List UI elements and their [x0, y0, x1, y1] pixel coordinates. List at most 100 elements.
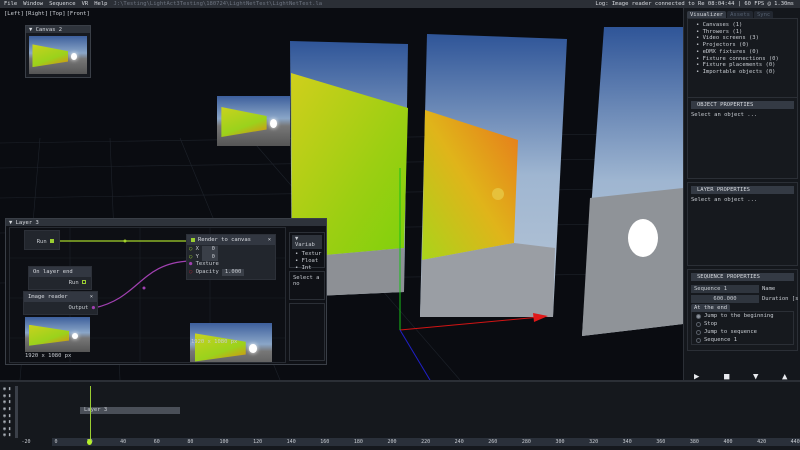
radio-stop[interactable]: Stop [692, 320, 793, 328]
canvas-window[interactable]: ▼ Canvas 2 [25, 25, 91, 78]
visibility-icon[interactable]: ◉ [3, 426, 6, 432]
menu-bar: File Window Sequence VR Help J:\Testing\… [0, 0, 800, 8]
lock-icon[interactable]: ▮ [8, 399, 11, 405]
window-title: Canvas 2 [35, 26, 63, 33]
tick-label: 320 [589, 439, 599, 445]
tick-label: 60 [153, 439, 160, 445]
radio-jump-to-sequence[interactable]: Jump to sequence [692, 328, 793, 336]
visibility-icon[interactable]: ◉ [3, 406, 6, 412]
tree-item-canvases[interactable]: • Canvases (1) [688, 22, 797, 29]
tree-item-fixture-connections[interactable]: • Fixture connections (0) [688, 56, 797, 63]
tick-label: 400 [723, 439, 733, 445]
tree-item-throwers[interactable]: • Throwers (1) [688, 29, 797, 36]
lock-icon[interactable]: ▮ [8, 386, 11, 392]
project-path: J:\Testing\LightAct3Testing\180724\Light… [113, 1, 323, 7]
y-field[interactable]: 0 [201, 253, 218, 261]
lock-icon[interactable]: ▮ [8, 406, 11, 412]
object-properties: OBJECT PROPERTIES Select an object ... [687, 97, 798, 179]
tick-label: 220 [421, 439, 431, 445]
view-left-button[interactable]: [Left] [4, 11, 24, 17]
image-reader-preview [25, 317, 90, 352]
tick-label: 360 [656, 439, 666, 445]
duration-input[interactable]: 600.000 [691, 295, 759, 303]
lock-icon[interactable]: ▮ [8, 419, 11, 425]
layer-properties: LAYER PROPERTIES Select an object ... [687, 182, 798, 266]
tick-label: 160 [320, 439, 330, 445]
visibility-icon[interactable]: ◉ [3, 393, 6, 399]
run-pin[interactable] [82, 280, 86, 284]
view-right-button[interactable]: [Right] [25, 11, 48, 17]
z-axis-gizmo [399, 329, 431, 380]
canvas-preview-3d[interactable] [217, 96, 290, 146]
tick-label: 440 [790, 439, 800, 445]
tick-label: 40 [120, 439, 127, 445]
menu-window[interactable]: Window [23, 1, 43, 7]
layer-row-toggles: ◉ ▮ [0, 386, 11, 393]
visibility-icon[interactable]: ◉ [3, 386, 6, 392]
lock-icon[interactable]: ▮ [8, 393, 11, 399]
x-field[interactable]: 0 [201, 246, 218, 254]
close-icon[interactable]: × [90, 294, 93, 300]
tick-label: 420 [757, 439, 767, 445]
visibility-icon[interactable]: ◉ [3, 419, 6, 425]
variable-float[interactable]: • Float [295, 258, 324, 265]
tick-label: 140 [286, 439, 296, 445]
tick-label: 120 [253, 439, 263, 445]
node-graph[interactable]: Run On layer end Run Image reader × Outpu… [9, 227, 286, 363]
tick-label: 100 [219, 439, 229, 445]
canvas-preview [29, 36, 87, 74]
layer-row-toggles: ◉ ▮ [0, 419, 11, 426]
tree-item-importable-objects[interactable]: • Importable objects (0) [688, 69, 797, 76]
scene-tree: • Canvases (1) • Throwers (1) • Video sc… [687, 18, 798, 98]
menu-help[interactable]: Help [94, 1, 107, 7]
tick-label: 260 [488, 439, 498, 445]
render-to-canvas-node[interactable]: Render to canvas × ○ X0 ○ Y0 ● Texture ○ … [186, 234, 276, 280]
layer-bar[interactable]: Layer 3 [80, 407, 180, 414]
on-layer-end-node[interactable]: On layer end Run [28, 266, 92, 290]
empty-panel [289, 303, 325, 361]
view-top-button[interactable]: [Top] [49, 11, 66, 17]
run-pin[interactable] [50, 239, 54, 243]
tick-label: 300 [555, 439, 565, 445]
right-panel: Visualizer Assets Sync • Canvases (1) • … [683, 8, 800, 382]
lock-icon[interactable]: ▮ [8, 426, 11, 432]
tree-item-edmx-fixtures[interactable]: • eDMX fixtures (0) [688, 49, 797, 56]
tree-item-video-screens[interactable]: • Video screens (3) [688, 35, 797, 42]
sequence-name-input[interactable]: Sequence 1 [691, 285, 759, 293]
view-front-button[interactable]: [Front] [67, 11, 90, 17]
menu-vr[interactable]: VR [82, 1, 89, 7]
tick-label: 180 [353, 439, 363, 445]
node-properties-hint: Select a no [289, 271, 325, 300]
radio-sequence-1[interactable]: Sequence 1 [692, 336, 793, 344]
texture-link [93, 260, 191, 309]
radio-jump-to-beginning[interactable]: Jump to the beginning [692, 312, 793, 320]
tab-at-the-end[interactable]: At the end [691, 304, 731, 312]
collapse-icon[interactable]: ▼ [9, 220, 16, 226]
opacity-field[interactable]: 1.000 [221, 268, 245, 276]
tree-item-fixture-placements[interactable]: • Fixture placements (0) [688, 62, 797, 69]
close-icon[interactable]: × [268, 237, 271, 243]
event-node[interactable]: Run [24, 230, 60, 250]
tick-label: -20 [21, 439, 31, 445]
visibility-icon[interactable]: ◉ [3, 432, 6, 438]
image-reader-resolution: 1920 x 1080 px [25, 353, 72, 359]
visibility-icon[interactable]: ◉ [3, 413, 6, 419]
layer-row-toggles: ◉ ▮ [0, 393, 11, 400]
layer-window[interactable]: ▼ Layer 3 Run On layer end Run Image rea… [5, 218, 327, 365]
menu-file[interactable]: File [4, 1, 17, 7]
visibility-icon[interactable]: ◉ [3, 399, 6, 405]
layer-row-toggles: ◉ ▮ [0, 406, 11, 413]
menu-sequence[interactable]: Sequence [49, 1, 76, 7]
lock-icon[interactable]: ▮ [8, 432, 11, 438]
timeline-scrollbar[interactable] [15, 386, 18, 438]
playhead[interactable] [89, 386, 91, 444]
output-pin[interactable]: ● [92, 305, 95, 311]
timeline[interactable]: ◉▮◉▮◉▮◉▮◉▮◉▮◉▮◉▮ Layer 3 -20020406080100… [0, 380, 800, 450]
collapse-icon[interactable]: ▼ [29, 27, 36, 33]
tree-item-projectors[interactable]: • Projectors (0) [688, 42, 797, 49]
variable-texture[interactable]: • Textur [295, 251, 324, 258]
lock-icon[interactable]: ▮ [8, 413, 11, 419]
tick-label: 0 [54, 439, 58, 445]
image-reader-node[interactable]: Image reader × Output ● [23, 291, 98, 315]
tick-label: 200 [387, 439, 397, 445]
